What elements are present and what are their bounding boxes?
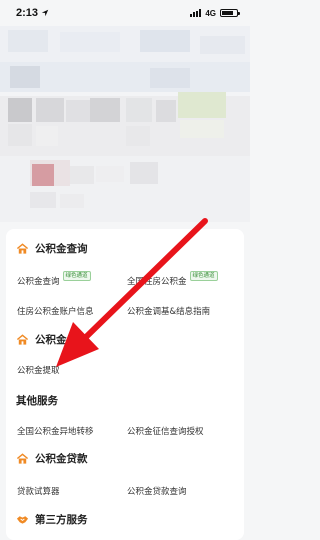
handshake-icon — [16, 513, 29, 526]
battery-icon — [220, 9, 240, 17]
item-label: 住房公积金账户信息 — [17, 307, 94, 317]
item-tag: 绿色通道 — [62, 271, 91, 281]
house-icon — [16, 452, 29, 465]
item-label: 全国公积金异地转移 — [17, 427, 94, 437]
section-third-header: 第三方服务 — [16, 512, 88, 527]
network-label: 4G — [205, 8, 216, 18]
signal-icon — [190, 9, 202, 17]
item-label: 公积金查询 — [17, 277, 60, 287]
item-transfer[interactable]: 全国公积金异地转移 — [17, 425, 94, 437]
house-icon — [16, 242, 29, 255]
item-label: 公积金提取 — [17, 366, 60, 376]
status-left: 2:13 — [16, 7, 49, 19]
status-right: 4G — [190, 8, 240, 18]
item-adjust-guide[interactable]: 公积金调基&结息指南 — [127, 305, 210, 317]
section-query-header: 公积金查询 — [16, 241, 88, 256]
item-credit-auth[interactable]: 公积金征信查询授权 — [127, 425, 204, 437]
location-icon — [41, 9, 49, 17]
services-card: 公积金查询 公积金查询 绿色通道 全国住房公积金 绿色通道 住房公积金账户信息 … — [6, 229, 244, 540]
item-label: 贷款试算器 — [17, 487, 60, 497]
section-loan-header: 公积金贷款 — [16, 451, 88, 466]
section-loan-title: 公积金贷款 — [35, 453, 88, 465]
section-withdraw-title: 公积金 — [35, 334, 67, 346]
status-bar: 2:13 4G — [0, 0, 250, 26]
item-label: 公积金调基&结息指南 — [127, 307, 211, 317]
status-time: 2:13 — [16, 7, 39, 19]
section-withdraw-header: 公积金 — [16, 332, 67, 347]
item-gjj-query[interactable]: 公积金查询 绿色通道 — [17, 271, 91, 287]
item-label: 公积金贷款查询 — [127, 487, 187, 497]
section-other-title: 其他服务 — [16, 395, 58, 407]
house-icon — [16, 333, 29, 346]
item-label: 全国住房公积金 — [127, 277, 187, 287]
item-loan-query[interactable]: 公积金贷款查询 — [127, 485, 187, 497]
item-account-info[interactable]: 住房公积金账户信息 — [17, 305, 94, 317]
item-label: 公积金征信查询授权 — [127, 427, 204, 437]
item-loan-calculator[interactable]: 贷款试算器 — [17, 485, 60, 497]
section-third-title: 第三方服务 — [35, 514, 88, 526]
item-tag: 绿色通道 — [189, 271, 218, 281]
section-query-title: 公积金查询 — [35, 243, 88, 255]
item-gjj-withdraw[interactable]: 公积金提取 — [17, 364, 60, 376]
blurred-content — [0, 26, 250, 222]
item-national-gjj[interactable]: 全国住房公积金 绿色通道 — [127, 271, 218, 287]
